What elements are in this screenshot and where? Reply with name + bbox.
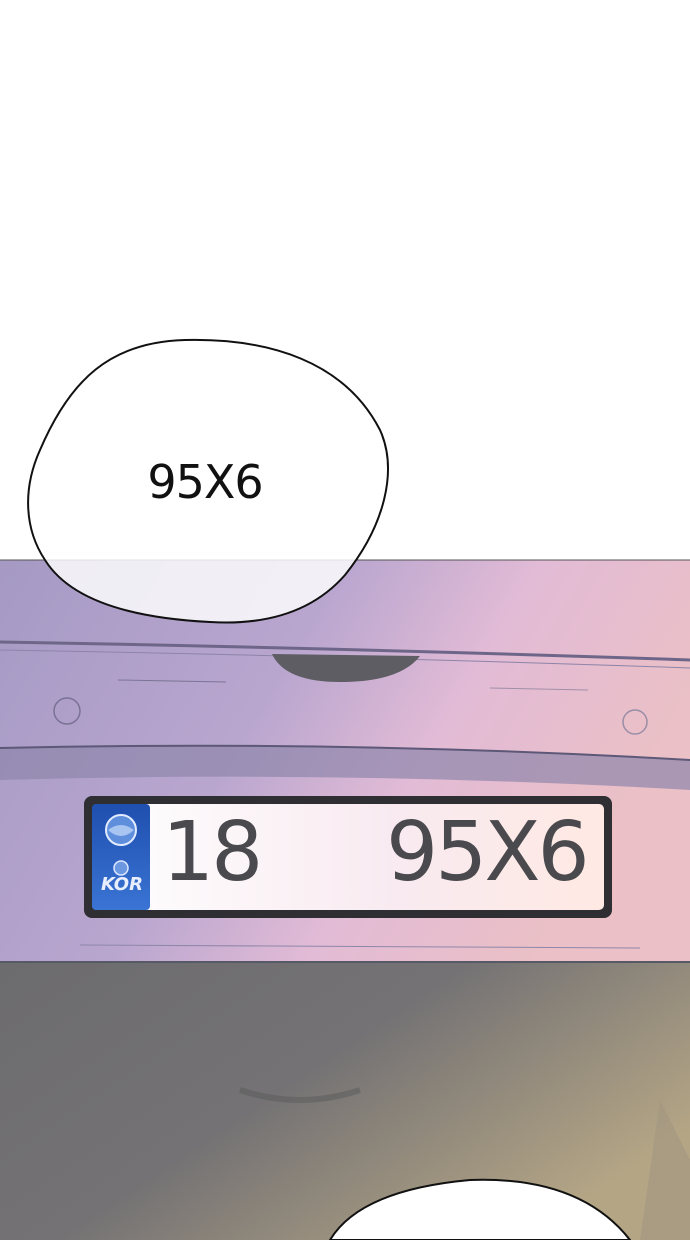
car-bumper — [0, 962, 690, 1240]
speech-bubble-text: 95X6 — [147, 455, 263, 509]
plate-country-code: KOR — [101, 874, 143, 895]
plate-region-number: 18 — [162, 805, 263, 900]
plate-serial-number: 95X6 — [386, 805, 590, 900]
comic-panel-scene — [0, 0, 690, 1240]
